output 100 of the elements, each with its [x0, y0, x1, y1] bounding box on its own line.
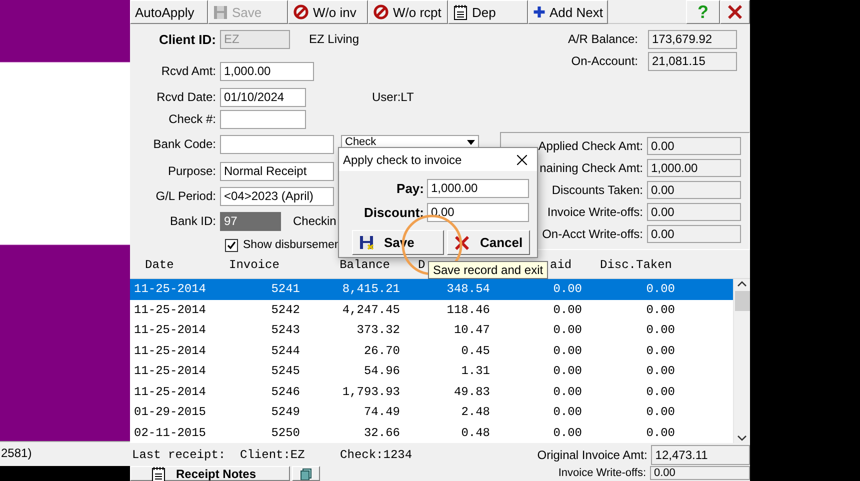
table-cell-text: 0.00 — [645, 363, 675, 380]
table-cell-text: 5246 — [270, 384, 300, 400]
table-cell-text: 0.45 — [460, 342, 490, 360]
table-cell-text: 11-25-2014 — [133, 363, 208, 380]
toolbar-button[interactable]: W/o rcpt — [368, 0, 448, 24]
notepad-icon — [453, 4, 468, 20]
table-cell-text: 373.32 — [356, 322, 400, 339]
table-cell-text: 0.00 — [552, 281, 582, 298]
total-field: 0.00 — [647, 225, 741, 243]
field-label: Discounts Taken: — [552, 182, 643, 199]
table-cell-text: 348.54 — [446, 281, 490, 298]
scroll-thumb[interactable] — [734, 291, 750, 311]
document-icon — [300, 468, 312, 480]
purpose-field[interactable]: Normal Receipt — [220, 162, 334, 181]
close-icon — [727, 4, 743, 20]
field-label: Check #: — [168, 111, 217, 128]
table-cell-text: 0.00 — [645, 404, 675, 421]
save-icon — [359, 235, 374, 250]
toolbar-button[interactable]: Dep — [448, 0, 528, 24]
table-row[interactable]: 11-25-2014 5243 373.32 10.47 0.00 0.00 — [130, 320, 733, 340]
period-field[interactable]: <04>2023 (April) — [220, 187, 334, 206]
amount-field[interactable]: 1,000.00 — [220, 62, 314, 81]
column-header[interactable]: Invoice — [229, 258, 280, 272]
table-cell-text: 0.00 — [552, 322, 582, 339]
client-name: EZ Living — [309, 31, 360, 48]
table-row[interactable]: 11-25-2014 5241 8,415.21 348.54 0.00 0.00 — [130, 279, 733, 300]
column-header[interactable]: aid — [550, 258, 572, 272]
toolbar-button[interactable]: Add Next — [528, 0, 608, 24]
table-row[interactable]: 02-11-2015 5250 32.66 0.48 0.00 0.00 — [130, 422, 733, 443]
user-text: User:LT — [372, 89, 414, 106]
cross-icon — [454, 234, 470, 250]
field-label: On-Acct Write-offs: — [542, 226, 643, 243]
table-row[interactable]: 11-25-2014 5246 1,793.93 49.83 0.00 0.00 — [130, 382, 733, 402]
table-cell-text: 5244 — [270, 342, 300, 360]
balance-field: 21,081.15 — [648, 52, 737, 71]
table-cell-text: 118.46 — [446, 302, 490, 318]
table-cell-text: 11-25-2014 — [133, 384, 208, 400]
field-label: On-Account: — [570, 53, 638, 70]
original-amount-field: 12,473.11 — [651, 444, 750, 464]
column-header[interactable]: Balance — [340, 258, 390, 272]
prohibited-icon — [293, 4, 309, 20]
table-row[interactable]: 11-25-2014 5244 26.70 0.45 0.00 0.00 — [130, 340, 733, 361]
column-header[interactable]: Disc.Taken — [600, 258, 672, 272]
check-number-field[interactable] — [220, 110, 306, 129]
field-label: Discount: — [363, 204, 425, 220]
table-cell-text: 5250 — [270, 424, 300, 442]
balance-field: 173,679.92 — [648, 30, 737, 49]
close-icon[interactable] — [517, 154, 527, 164]
table-cell-text: 11-25-2014 — [133, 342, 208, 360]
table-cell-text: 2.48 — [460, 404, 490, 421]
table-cell-text: 10.47 — [452, 322, 490, 339]
total-field: 0.00 — [647, 137, 741, 155]
field-label: Invoice Write-offs: — [547, 204, 643, 221]
close-button[interactable] — [720, 0, 750, 24]
toolbar-button[interactable]: W/o inv — [288, 0, 368, 24]
field-label: Invoice Write-offs: — [557, 466, 646, 480]
scroll-up-icon[interactable] — [737, 279, 747, 289]
writeoff-field: 0.00 — [650, 466, 750, 480]
column-header[interactable]: D — [418, 258, 426, 272]
table-cell-text: 5243 — [270, 322, 300, 339]
scrollbar[interactable] — [733, 279, 750, 443]
copy-button[interactable] — [292, 466, 320, 481]
table-cell-text: 5242 — [270, 302, 300, 318]
toolbar-button[interactable]: AutoApply — [130, 0, 208, 24]
table-cell-text: 0.00 — [645, 322, 675, 339]
column-header[interactable]: Date — [145, 258, 174, 272]
table-cell-text: 1,793.93 — [341, 384, 400, 400]
table-cell-text: 49.83 — [452, 384, 490, 400]
table-row[interactable]: 11-25-2014 5242 4,247.45 118.46 0.00 0.00 — [130, 300, 733, 320]
field-label: Purpose: — [166, 163, 217, 180]
table-cell-text: 0.00 — [645, 302, 675, 318]
checkbox[interactable] — [225, 239, 238, 252]
table-cell-text: 11-25-2014 — [133, 322, 208, 339]
table-cell-text: 26.70 — [362, 342, 400, 360]
table-cell-text: 54.96 — [362, 363, 400, 380]
date-field[interactable]: 01/10/2024 — [220, 88, 306, 107]
table-cell-text: 0.00 — [552, 404, 582, 421]
table-cell-text: 32.66 — [362, 424, 400, 442]
field-label: Bank Code: — [152, 136, 217, 153]
notes-button[interactable]: Receipt Notes — [130, 466, 290, 481]
table-cell-text: 5245 — [270, 363, 300, 380]
field-label: Rcvd Date: — [156, 89, 217, 106]
account-text: Checkin — [293, 213, 336, 230]
field-label: G/L Period: — [154, 188, 217, 205]
check-number-text: Check:1234 — [340, 448, 414, 462]
amount-field[interactable]: 1,000.00 — [427, 178, 529, 198]
bank-id-field[interactable]: 97 — [220, 212, 281, 231]
table-row[interactable]: 11-25-2014 5245 54.96 1.31 0.00 0.00 — [130, 361, 733, 382]
total-field: 0.00 — [647, 181, 741, 199]
scroll-down-icon[interactable] — [737, 433, 747, 443]
cancel-button[interactable]: Cancel — [447, 230, 530, 255]
table-row[interactable]: 01-29-2015 5249 74.49 2.48 0.00 0.00 — [130, 402, 733, 422]
type-dropdown[interactable]: Check — [341, 135, 479, 147]
field-label: A/R Balance: — [566, 31, 638, 48]
bank-code-field[interactable] — [220, 135, 334, 154]
table-cell-text: 0.00 — [645, 281, 675, 298]
table-cell-text: 11-25-2014 — [133, 302, 208, 318]
field-label: Applied Check Amt: — [538, 138, 643, 155]
field-label: Pay: — [396, 180, 425, 196]
table-cell-text: 11-25-2014 — [133, 281, 208, 298]
